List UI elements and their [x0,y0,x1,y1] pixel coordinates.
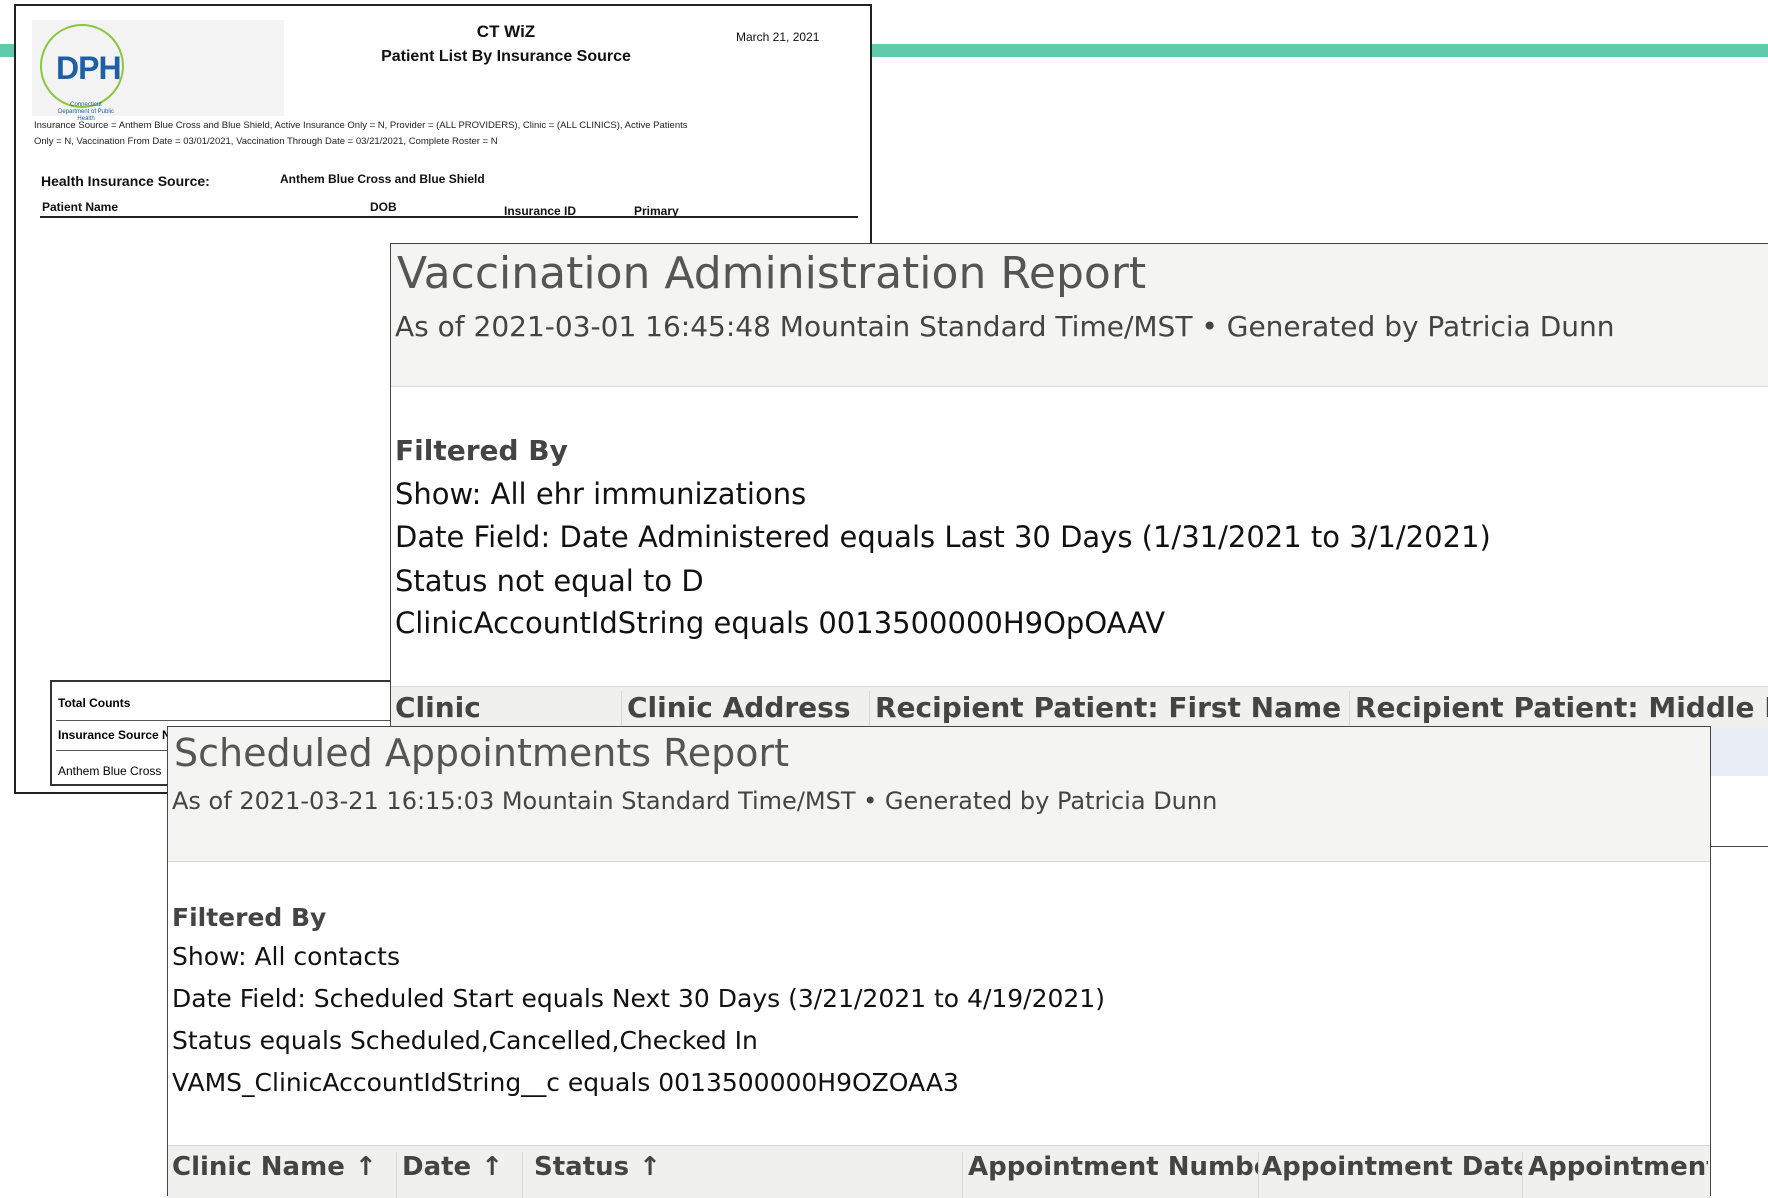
report-title: CT WiZ [476,22,536,41]
report-subtitle: As of 2021-03-21 16:15:03 Mountain Stand… [172,787,1218,815]
report-subtitle: As of 2021-03-01 16:45:48 Mountain Stand… [395,310,1615,343]
column-label: Status [534,1152,630,1182]
column-header-clinic-name[interactable]: Clinic Name ↑ [172,1152,397,1198]
insurance-source-label: Health Insurance Source: [41,173,210,189]
report-subtitle: Patient List By Insurance Source [381,48,631,65]
column-header-recipient-middle-name[interactable]: Recipient Patient: Middle Nar [1355,691,1768,731]
table-header: Clinic Name ↑ Date ↑ Status ↑ Appointment N… [168,1145,1710,1198]
column-header-clinic[interactable]: Clinic [395,691,622,731]
filter-line: Status not equal to D [395,564,704,598]
scheduled-appointments-report: Scheduled Appointments Report As of 2021… [167,726,1711,1198]
filter-line: VAMS_ClinicAccountIdString__c equals 001… [172,1068,959,1097]
filter-line: Show: All ehr immunizations [395,477,807,511]
dph-logo: DPH Connecticut Department of Public Hea… [32,20,284,122]
insurance-source-name-value: Anthem Blue Cross [58,764,162,778]
sort-up-icon[interactable]: ↑ [481,1152,503,1182]
column-header-appointment-number[interactable]: Appointment Numbe [968,1152,1259,1198]
filter-line: Date Field: Scheduled Start equals Next … [172,984,1105,1013]
report-date: March 21, 2021 [736,30,820,44]
column-header-clinic-address[interactable]: Clinic Address [627,691,870,731]
filter-line: Date Field: Date Administered equals Las… [395,520,1491,554]
sort-up-icon[interactable]: ↑ [639,1152,661,1182]
insurance-source-value: Anthem Blue Cross and Blue Shield [280,172,485,186]
table-header: Clinic Clinic Address Recipient Patient:… [391,686,1768,731]
report-header: Scheduled Appointments Report As of 2021… [168,727,1710,862]
divider [56,720,446,721]
criteria-line: Insurance Source = Anthem Blue Cross and… [34,120,688,131]
report-header: Vaccination Administration Report As of … [391,244,1768,387]
header-divider [40,216,858,218]
column-header-status[interactable]: Status ↑ [534,1152,963,1198]
report-criteria: Insurance Source = Anthem Blue Cross and… [34,118,794,150]
column-header-dob: DOB [370,200,397,214]
filtered-by-heading: Filtered By [172,903,327,932]
sort-up-icon[interactable]: ↑ [355,1152,377,1182]
insurance-source-name-label: Insurance Source N [58,728,171,742]
column-header-recipient-first-name[interactable]: Recipient Patient: First Name [875,691,1350,731]
filtered-by-heading: Filtered By [395,434,568,467]
column-header-patient-name: Patient Name [42,200,119,214]
column-header-date[interactable]: Date ↑ [402,1152,523,1198]
total-counts-label: Total Counts [58,696,131,710]
column-label: Date [402,1152,472,1182]
dph-logo-text: DPH [56,50,122,86]
report-title: Vaccination Administration Report [397,248,1147,299]
column-header-appointment-date[interactable]: Appointment Date [1262,1152,1523,1198]
report-title: Scheduled Appointments Report [174,731,790,775]
column-label: Clinic Name [172,1152,345,1182]
criteria-line: Only = N, Vaccination From Date = 03/01/… [34,136,498,147]
filter-line: Show: All contacts [172,942,400,971]
filter-line: Status equals Scheduled,Cancelled,Checke… [172,1026,758,1055]
filter-line: ClinicAccountIdString equals 0013500000H… [395,606,1166,640]
column-header-appointment-start-time[interactable]: Appointment Start Time [1528,1152,1708,1198]
